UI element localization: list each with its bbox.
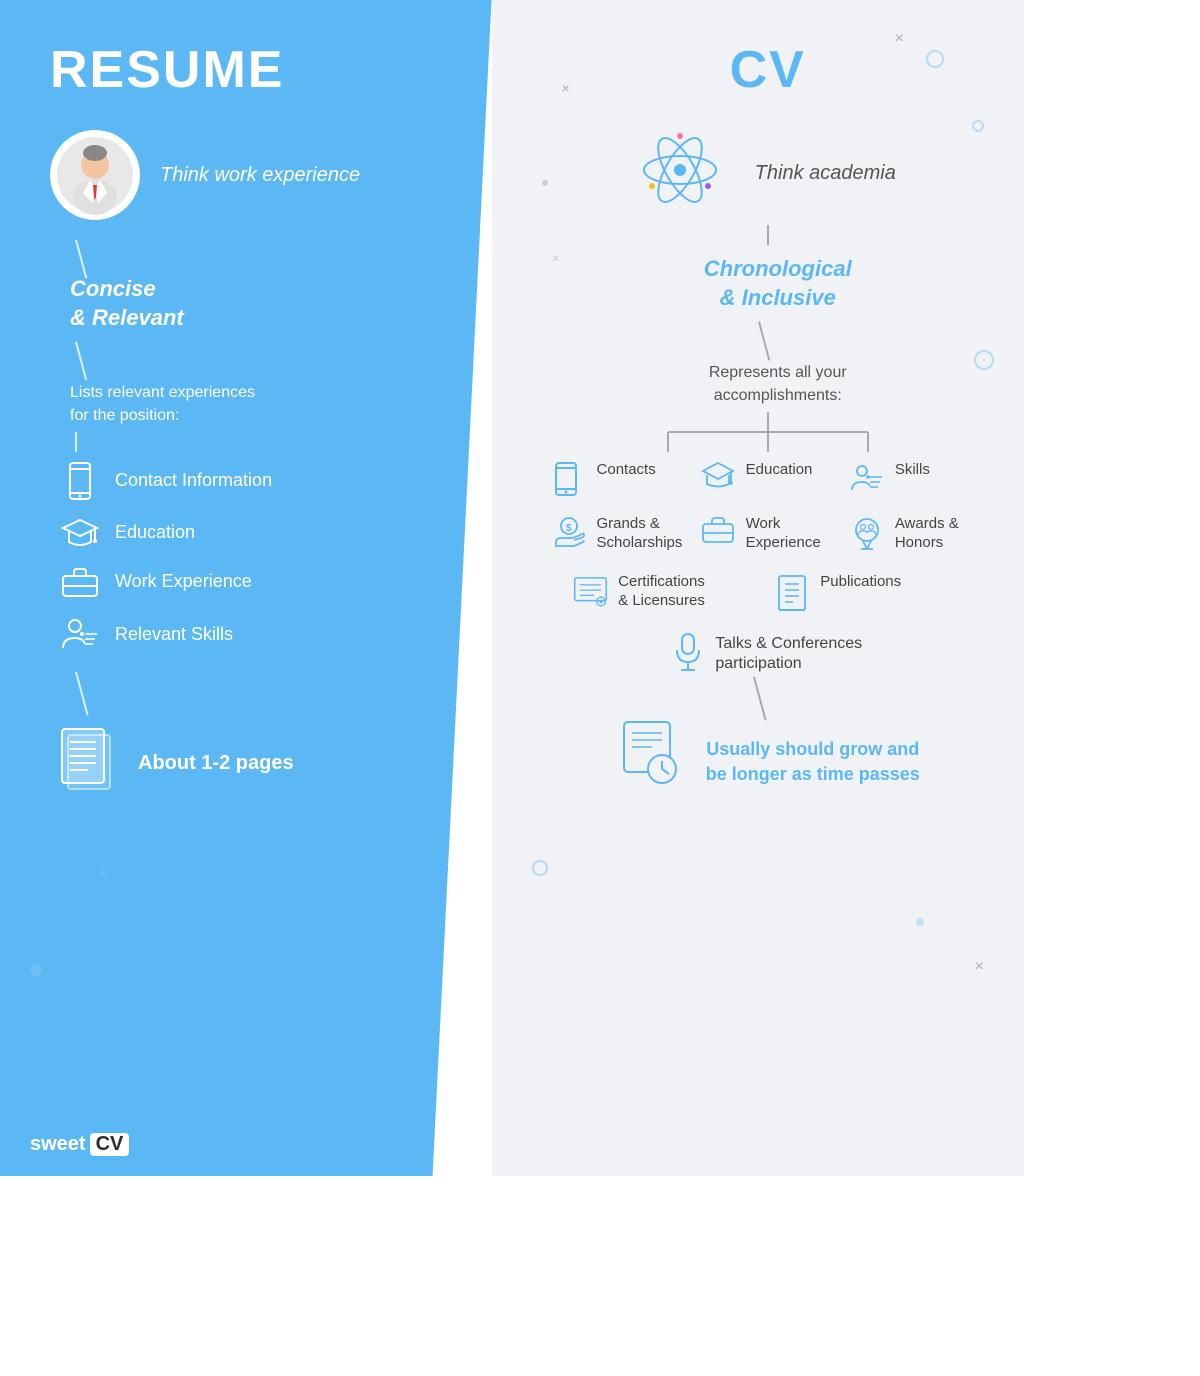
resume-item-education: Education (60, 518, 452, 548)
talks-label: Talks & Conferencesparticipation (715, 634, 862, 676)
education-label: Education (115, 522, 195, 543)
cv-item-cert: Certifications& Licensures (573, 572, 760, 612)
cv-item-awards: Awards &Honors (850, 514, 984, 554)
cv-grad-icon (701, 460, 736, 488)
grad-cap-icon (60, 518, 100, 548)
pages-section: About 1-2 pages (60, 727, 452, 800)
cv-item-contacts: Contacts (552, 460, 686, 496)
cv-skills-label: Skills (895, 460, 930, 480)
contacts-label: Contacts (597, 460, 656, 480)
cv-side: × × × × CV (492, 0, 1024, 1176)
lists-text: Lists relevant experiencesfor the positi… (70, 382, 452, 427)
resume-side: RESUME (0, 0, 492, 1176)
resume-item-work: Work Experience (60, 566, 452, 598)
brand-cv: CV (90, 1133, 130, 1156)
cv-education-label: Education (746, 460, 813, 480)
cv-top-items: Contacts Education (552, 460, 984, 496)
atom-icon (640, 130, 720, 215)
briefcase-icon (60, 566, 100, 598)
cv-item-work: WorkExperience (701, 514, 835, 554)
talks-section: Talks & Conferencesparticipation (673, 632, 862, 677)
resume-title: RESUME (50, 40, 452, 100)
cv-skills-icon (850, 460, 885, 496)
cv-briefcase-icon (701, 514, 736, 544)
cv-item-grants: $ Grands &Scholarships (552, 514, 686, 554)
resume-avatar (50, 130, 140, 220)
resume-item-contact: Contact Information (60, 462, 452, 500)
scroll-time-icon (616, 717, 686, 792)
resume-think-section: Think work experience (50, 130, 452, 220)
phone-icon (60, 462, 100, 500)
cv-lower-items: Certifications& Licensures (573, 572, 962, 612)
cv-item-skills: Skills (850, 460, 984, 496)
grows-section: Usually should grow andbe longer as time… (616, 717, 920, 792)
branding-section: sweet CV (30, 1133, 129, 1156)
cv-cert-icon (573, 572, 608, 608)
skills-label: Relevant Skills (115, 624, 233, 645)
microphone-icon (673, 632, 703, 677)
cv-item-education: Education (701, 460, 835, 496)
resume-items-list: Contact Information Education (60, 462, 452, 654)
concise-label: Concise& Relevant (70, 275, 452, 332)
main-container: RESUME (0, 0, 1024, 1176)
cv-mid-items: $ Grands &Scholarships (552, 514, 984, 554)
svg-text:$: $ (566, 523, 572, 534)
cv-inner: CV Think academia (552, 40, 984, 792)
skills-person-icon (60, 616, 100, 654)
cert-label: Certifications& Licensures (618, 572, 705, 611)
cv-item-publications: Publications (775, 572, 962, 612)
cv-money-icon: $ (552, 514, 587, 550)
pages-label: About 1-2 pages (138, 752, 294, 775)
resume-item-skills: Relevant Skills (60, 616, 452, 654)
grants-label: Grands &Scholarships (597, 514, 683, 553)
contact-label: Contact Information (115, 470, 272, 491)
cv-work-label: WorkExperience (746, 514, 821, 553)
awards-label: Awards &Honors (895, 514, 959, 553)
cv-award-icon (850, 514, 885, 554)
grows-label: Usually should grow andbe longer as time… (706, 737, 920, 787)
cv-phone-icon (552, 460, 587, 496)
publications-label: Publications (820, 572, 901, 592)
brand-sweet: sweet (30, 1133, 86, 1156)
cv-book-icon (775, 572, 810, 612)
represents-text: Represents all youraccomplishments: (709, 362, 847, 407)
resume-think-label: Think work experience (160, 162, 360, 188)
pages-icon (60, 727, 118, 800)
cv-think-label: Think academia (755, 160, 896, 186)
work-experience-label: Work Experience (115, 571, 252, 592)
chrono-label: Chronological& Inclusive (704, 255, 852, 312)
cv-title: CV (730, 40, 806, 100)
